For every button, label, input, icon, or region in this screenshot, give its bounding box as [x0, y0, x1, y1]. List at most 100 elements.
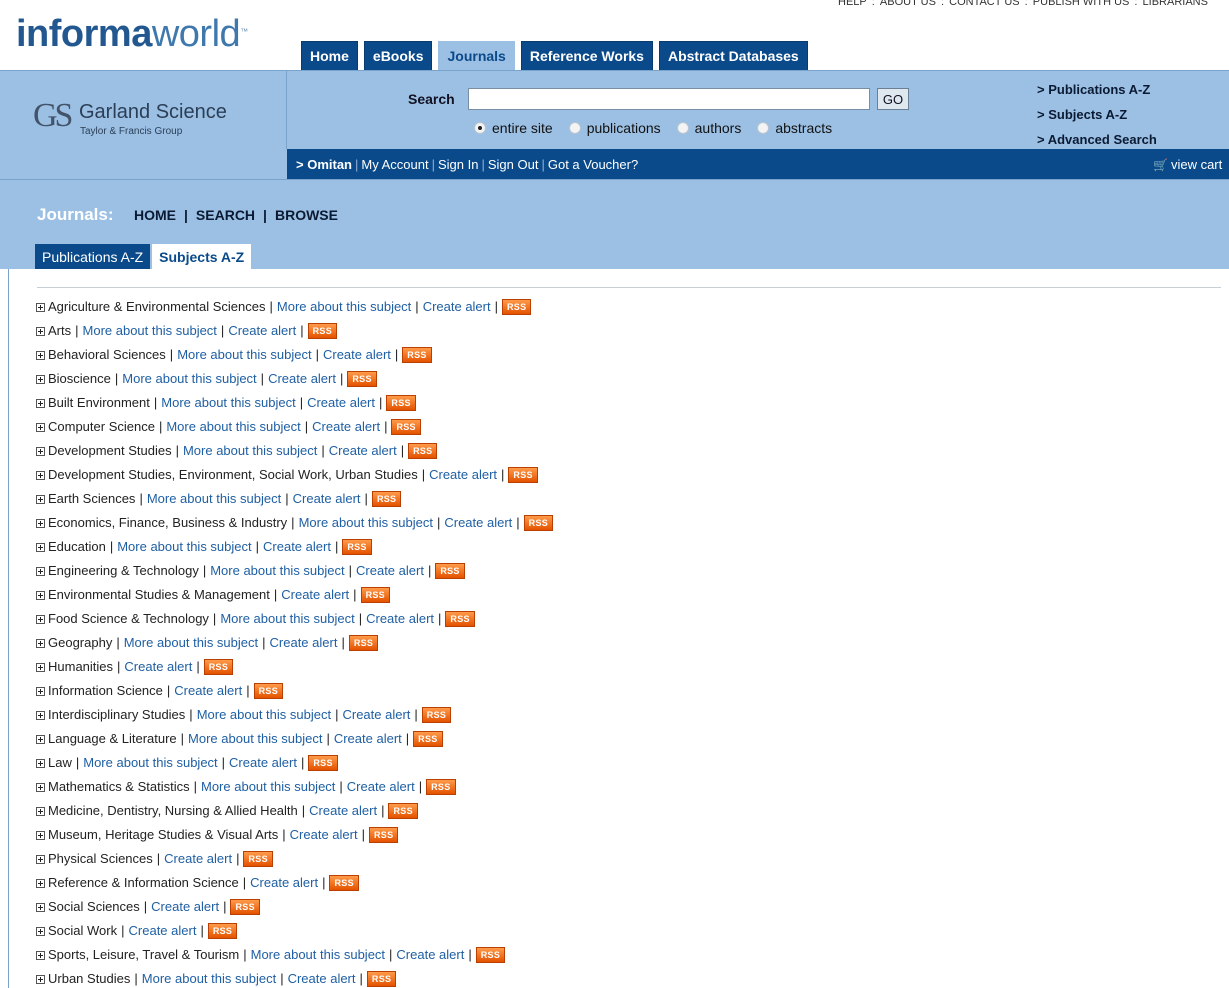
rss-icon[interactable]: RSS [207, 923, 238, 939]
expand-icon[interactable] [36, 662, 45, 672]
create-alert-link[interactable]: Create alert [129, 922, 197, 940]
expand-icon[interactable] [36, 974, 45, 984]
rss-icon[interactable]: RSS [371, 491, 402, 507]
rss-icon[interactable]: RSS [368, 827, 399, 843]
create-alert-link[interactable]: Create alert [124, 658, 192, 676]
tab-ebooks[interactable]: eBooks [363, 41, 433, 70]
rss-icon[interactable]: RSS [508, 467, 538, 483]
rss-icon[interactable]: RSS [347, 371, 377, 387]
rss-icon[interactable]: RSS [391, 419, 421, 435]
create-alert-link[interactable]: Create alert [250, 874, 318, 892]
create-alert-link[interactable]: Create alert [366, 610, 434, 628]
expand-icon[interactable] [36, 542, 45, 552]
rss-icon[interactable]: RSS [408, 443, 438, 459]
go-button[interactable]: GO [877, 88, 909, 110]
expand-icon[interactable] [36, 782, 45, 792]
more-about-subject-link[interactable]: More about this subject [161, 394, 295, 412]
tab-journals[interactable]: Journals [438, 41, 515, 72]
voucher-link[interactable]: Got a Voucher? [548, 157, 638, 172]
create-alert-link[interactable]: Create alert [312, 418, 380, 436]
more-about-subject-link[interactable]: More about this subject [147, 490, 281, 508]
more-about-subject-link[interactable]: More about this subject [177, 346, 311, 364]
rss-icon[interactable]: RSS [475, 947, 506, 963]
rss-icon[interactable]: RSS [445, 611, 475, 627]
create-alert-link[interactable]: Create alert [329, 442, 397, 460]
rss-icon[interactable]: RSS [360, 587, 390, 603]
create-alert-link[interactable]: Create alert [174, 682, 242, 700]
expand-icon[interactable] [36, 830, 45, 840]
expand-icon[interactable] [36, 374, 45, 384]
rss-icon[interactable]: RSS [253, 683, 284, 699]
expand-icon[interactable] [36, 902, 45, 912]
create-alert-link[interactable]: Create alert [290, 826, 358, 844]
my-account-link[interactable]: My Account [361, 157, 428, 172]
expand-icon[interactable] [36, 470, 45, 480]
expand-icon[interactable] [36, 566, 45, 576]
radio-abstracts[interactable]: abstracts [757, 120, 832, 136]
create-alert-link[interactable]: Create alert [270, 634, 338, 652]
create-alert-link[interactable]: Create alert [323, 346, 391, 364]
create-alert-link[interactable]: Create alert [164, 850, 232, 868]
create-alert-link[interactable]: Create alert [342, 706, 410, 724]
create-alert-link[interactable]: Create alert [347, 778, 415, 796]
create-alert-link[interactable]: Create alert [307, 394, 375, 412]
create-alert-link[interactable]: Create alert [151, 898, 219, 916]
create-alert-link[interactable]: Create alert [423, 298, 491, 316]
rss-icon[interactable]: RSS [366, 971, 397, 987]
expand-icon[interactable] [36, 686, 45, 696]
radio-entire-site[interactable]: entire site [474, 120, 553, 136]
rss-icon[interactable]: RSS [388, 803, 418, 819]
view-cart-link[interactable]: 🛒 view cart [1153, 157, 1222, 172]
create-alert-link[interactable]: Create alert [281, 586, 349, 604]
rss-icon[interactable]: RSS [402, 347, 432, 363]
journals-home-link[interactable]: HOME [134, 207, 176, 223]
create-alert-link[interactable]: Create alert [429, 466, 497, 484]
create-alert-link[interactable]: Create alert [263, 538, 331, 556]
more-about-subject-link[interactable]: More about this subject [83, 322, 217, 340]
more-about-subject-link[interactable]: More about this subject [166, 418, 300, 436]
create-alert-link[interactable]: Create alert [228, 322, 296, 340]
expand-icon[interactable] [36, 710, 45, 720]
rss-icon[interactable]: RSS [329, 875, 359, 891]
expand-icon[interactable] [36, 446, 45, 456]
rss-icon[interactable]: RSS [307, 323, 338, 339]
tab-home[interactable]: Home [301, 41, 358, 70]
create-alert-link[interactable]: Create alert [288, 970, 356, 988]
rss-icon[interactable]: RSS [348, 635, 379, 651]
tab-reference-works[interactable]: Reference Works [520, 41, 653, 70]
top-link-about-us[interactable]: ABOUT US [880, 0, 936, 8]
rss-icon[interactable]: RSS [386, 395, 416, 411]
rss-icon[interactable]: RSS [230, 899, 260, 915]
expand-icon[interactable] [36, 350, 45, 360]
rss-icon[interactable]: RSS [502, 299, 532, 315]
expand-icon[interactable] [36, 758, 45, 768]
create-alert-link[interactable]: Create alert [293, 490, 361, 508]
more-about-subject-link[interactable]: More about this subject [117, 538, 251, 556]
more-about-subject-link[interactable]: More about this subject [83, 754, 217, 772]
search-input[interactable] [468, 88, 870, 110]
create-alert-link[interactable]: Create alert [356, 562, 424, 580]
expand-icon[interactable] [36, 614, 45, 624]
expand-icon[interactable] [36, 806, 45, 816]
create-alert-link[interactable]: Create alert [268, 370, 336, 388]
link-publications-az[interactable]: > Publications A-Z [1037, 77, 1157, 102]
tab-subjects-az[interactable]: Subjects A-Z [152, 244, 252, 271]
expand-icon[interactable] [36, 398, 45, 408]
expand-icon[interactable] [36, 638, 45, 648]
top-link-contact-us[interactable]: CONTACT US [949, 0, 1020, 8]
top-link-help[interactable]: HELP [838, 0, 867, 8]
more-about-subject-link[interactable]: More about this subject [197, 706, 331, 724]
more-about-subject-link[interactable]: More about this subject [183, 442, 317, 460]
more-about-subject-link[interactable]: More about this subject [220, 610, 354, 628]
rss-icon[interactable]: RSS [421, 707, 452, 723]
informaworld-logo[interactable]: informaworld™ [16, 14, 248, 54]
rss-icon[interactable]: RSS [203, 659, 234, 675]
more-about-subject-link[interactable]: More about this subject [210, 562, 344, 580]
rss-icon[interactable]: RSS [342, 539, 372, 555]
expand-icon[interactable] [36, 590, 45, 600]
create-alert-link[interactable]: Create alert [309, 802, 377, 820]
link-subjects-az[interactable]: > Subjects A-Z [1037, 102, 1157, 127]
radio-authors[interactable]: authors [676, 120, 741, 136]
expand-icon[interactable] [36, 878, 45, 888]
tab-publications-az[interactable]: Publications A-Z [35, 244, 151, 270]
